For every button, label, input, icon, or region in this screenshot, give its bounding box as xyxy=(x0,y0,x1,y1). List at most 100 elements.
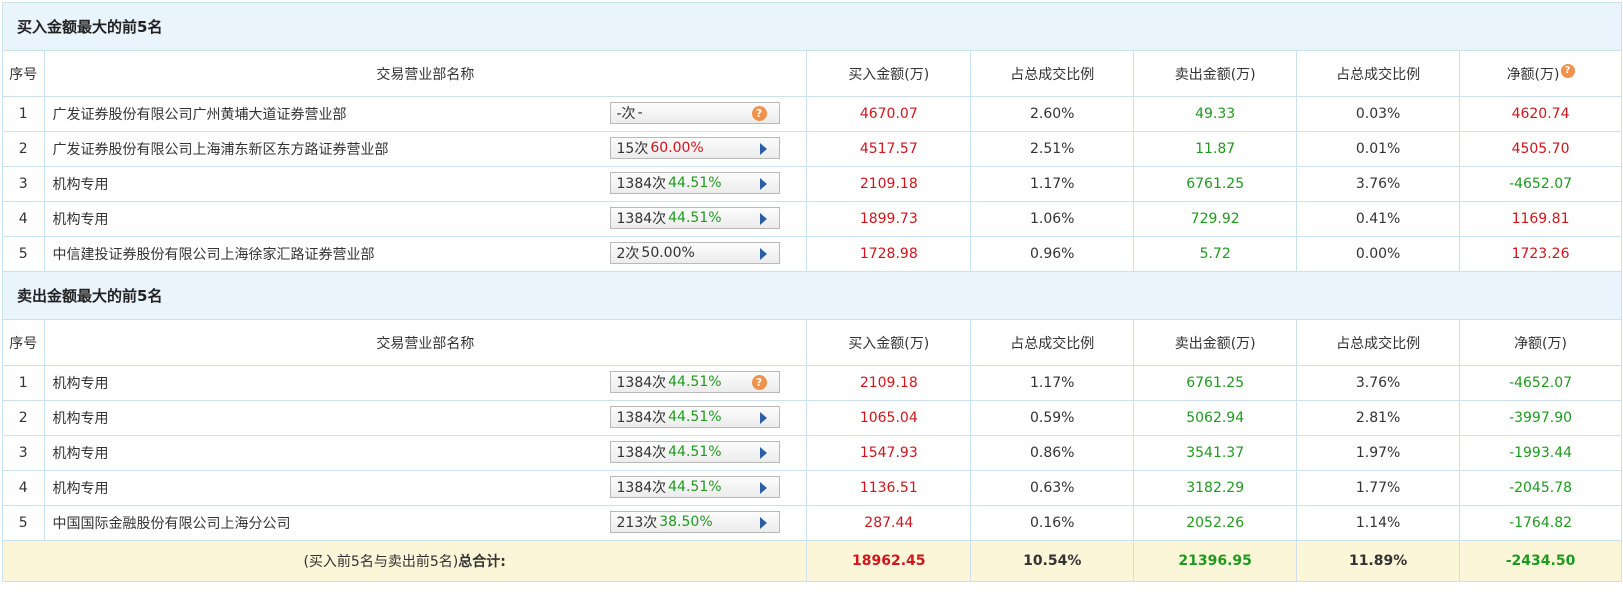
expand-arrow-icon[interactable] xyxy=(759,248,767,260)
help-icon[interactable]: ? xyxy=(751,375,767,390)
net-amount: -1764.82 xyxy=(1459,505,1622,541)
sell-header-row: 序号 交易营业部名称 买入金额(万) 占总成交比例 卖出金额(万) 占总成交比例… xyxy=(2,319,1622,366)
broker-cell: 机构专用 1384次 44.51% xyxy=(43,400,808,436)
expand-arrow-icon[interactable] xyxy=(759,482,767,494)
sell-amount: 6761.25 xyxy=(1133,365,1298,401)
broker-cell: 广发证券股份有限公司上海浦东新区东方路证券营业部 15次 60.00% xyxy=(43,131,808,167)
broker-name[interactable]: 机构专用 xyxy=(53,408,109,428)
expand-arrow-icon[interactable] xyxy=(759,412,767,424)
help-icon[interactable]: ? xyxy=(751,106,767,121)
sell-table-row: 2 机构专用 1384次 44.51% 1065.04 0.59% 5062.94 2.81%… xyxy=(2,400,1622,436)
buy-ratio: 2.51% xyxy=(970,131,1135,167)
broker-count: 15次 xyxy=(616,141,649,157)
col-header-broker: 交易营业部名称 xyxy=(43,319,808,366)
broker-name[interactable]: 中国国际金融股份有限公司上海分公司 xyxy=(53,513,291,533)
broker-count: 1384次 xyxy=(616,445,667,461)
total-section: (买入前5名与卖出前5名)总合计: 18962.45 10.54% 21396.… xyxy=(1,540,1622,582)
broker-name[interactable]: 机构专用 xyxy=(53,209,109,229)
total-buy: 18962.45 xyxy=(806,540,972,582)
broker-name[interactable]: 广发证券股份有限公司广州黄埔大道证券营业部 xyxy=(53,104,347,124)
col-header-sell-ratio: 占总成交比例 xyxy=(1296,50,1461,97)
col-header-buy: 买入金额(万) xyxy=(806,319,972,366)
buy-amount: 2109.18 xyxy=(806,365,972,401)
buy-amount: 1547.93 xyxy=(806,435,972,471)
expand-arrow-icon[interactable] xyxy=(759,143,767,155)
buy-ratio: 1.17% xyxy=(970,365,1135,401)
broker-stats-dropdown[interactable]: 1384次 44.51% xyxy=(609,406,780,428)
sell-section: 卖出金额最大的前5名 序号 交易营业部名称 买入金额(万) 占总成交比例 卖出金… xyxy=(2,271,1622,541)
total-net: -2434.50 xyxy=(1459,540,1622,582)
broker-stats-dropdown[interactable]: 1384次 44.51% xyxy=(609,207,780,229)
sell-table-row: 1 机构专用 1384次 44.51%? 2109.18 1.17% 6761.25 3.76… xyxy=(2,365,1622,401)
buy-ratio: 0.86% xyxy=(970,435,1135,471)
broker-win-rate: - xyxy=(637,105,643,121)
broker-name[interactable]: 机构专用 xyxy=(53,174,109,194)
broker-count: 1384次 xyxy=(616,410,667,426)
buy-ratio: 0.96% xyxy=(970,236,1135,272)
billboard-panel: 买入金额最大的前5名 序号 交易营业部名称 买入金额(万) 占总成交比例 卖出金… xyxy=(1,2,1622,592)
billboard-table: 买入金额最大的前5名 序号 交易营业部名称 买入金额(万) 占总成交比例 卖出金… xyxy=(1,2,1622,582)
broker-win-rate: 44.51% xyxy=(668,210,722,226)
total-row: (买入前5名与卖出前5名)总合计: 18962.45 10.54% 21396.… xyxy=(1,540,1622,582)
col-header-sell: 卖出金额(万) xyxy=(1133,319,1298,366)
broker-name[interactable]: 机构专用 xyxy=(53,478,109,498)
broker-stats-dropdown[interactable]: 1384次 44.51% xyxy=(609,172,780,194)
broker-cell: 中信建投证券股份有限公司上海徐家汇路证券营业部 2次 50.00% xyxy=(43,236,808,272)
buy-amount: 1899.73 xyxy=(806,201,972,237)
row-no: 4 xyxy=(2,201,45,237)
expand-arrow-icon[interactable] xyxy=(759,517,767,529)
net-amount: -2045.78 xyxy=(1459,470,1622,506)
broker-stats-dropdown[interactable]: -次 -? xyxy=(609,102,780,124)
sell-amount: 49.33 xyxy=(1133,96,1298,132)
broker-count: 1384次 xyxy=(616,211,667,227)
buy-ratio: 1.17% xyxy=(970,166,1135,202)
col-header-broker: 交易营业部名称 xyxy=(43,50,808,97)
broker-stats-dropdown[interactable]: 15次 60.00% xyxy=(609,137,780,159)
sell-amount: 2052.26 xyxy=(1133,505,1298,541)
buy-amount: 287.44 xyxy=(806,505,972,541)
broker-name[interactable]: 广发证券股份有限公司上海浦东新区东方路证券营业部 xyxy=(53,139,389,159)
broker-name[interactable]: 机构专用 xyxy=(53,373,109,393)
broker-stats-dropdown[interactable]: 1384次 44.51% xyxy=(609,476,780,498)
broker-count: 213次 xyxy=(616,515,658,531)
row-no: 1 xyxy=(2,96,45,132)
buy-ratio: 0.59% xyxy=(970,400,1135,436)
expand-arrow-icon[interactable] xyxy=(759,447,767,459)
buy-amount: 4670.07 xyxy=(806,96,972,132)
buy-section-title-row: 买入金额最大的前5名 xyxy=(2,2,1622,51)
row-no: 2 xyxy=(2,400,45,436)
net-amount: 4620.74 xyxy=(1459,96,1622,132)
broker-cell: 机构专用 1384次 44.51% xyxy=(43,166,808,202)
sell-section-title: 卖出金额最大的前5名 xyxy=(2,271,1622,320)
broker-count: 2次 xyxy=(616,246,640,262)
net-amount: -3997.90 xyxy=(1459,400,1622,436)
sell-amount: 5.72 xyxy=(1133,236,1298,272)
broker-name[interactable]: 中信建投证券股份有限公司上海徐家汇路证券营业部 xyxy=(53,244,375,264)
sell-table-row: 3 机构专用 1384次 44.51% 1547.93 0.86% 3541.37 1.97%… xyxy=(2,435,1622,471)
broker-cell: 广发证券股份有限公司广州黄埔大道证券营业部 -次 -? xyxy=(43,96,808,132)
col-header-net: 净额(万)? xyxy=(1459,50,1622,97)
broker-count: -次 xyxy=(616,106,636,122)
buy-header-row: 序号 交易营业部名称 买入金额(万) 占总成交比例 卖出金额(万) 占总成交比例… xyxy=(2,50,1622,97)
help-icon[interactable]: ? xyxy=(1560,63,1575,78)
expand-arrow-icon[interactable] xyxy=(759,213,767,225)
broker-stats-dropdown[interactable]: 1384次 44.51%? xyxy=(609,371,780,393)
buy-amount: 2109.18 xyxy=(806,166,972,202)
buy-section: 买入金额最大的前5名 序号 交易营业部名称 买入金额(万) 占总成交比例 卖出金… xyxy=(2,2,1622,272)
col-header-sell-ratio: 占总成交比例 xyxy=(1296,319,1461,366)
col-header-buy-ratio: 占总成交比例 xyxy=(970,319,1135,366)
total-label: (买入前5名与卖出前5名)总合计: xyxy=(1,540,808,582)
broker-stats-dropdown[interactable]: 1384次 44.51% xyxy=(609,441,780,463)
broker-stats-dropdown[interactable]: 2次 50.00% xyxy=(609,242,780,264)
broker-name[interactable]: 机构专用 xyxy=(53,443,109,463)
row-no: 5 xyxy=(2,505,45,541)
expand-arrow-icon[interactable] xyxy=(759,178,767,190)
sell-amount: 3182.29 xyxy=(1133,470,1298,506)
sell-amount: 5062.94 xyxy=(1133,400,1298,436)
sell-ratio: 3.76% xyxy=(1296,166,1461,202)
sell-ratio: 0.03% xyxy=(1296,96,1461,132)
buy-amount: 1728.98 xyxy=(806,236,972,272)
col-header-no: 序号 xyxy=(2,319,45,366)
broker-count: 1384次 xyxy=(616,375,667,391)
broker-stats-dropdown[interactable]: 213次 38.50% xyxy=(609,511,780,533)
